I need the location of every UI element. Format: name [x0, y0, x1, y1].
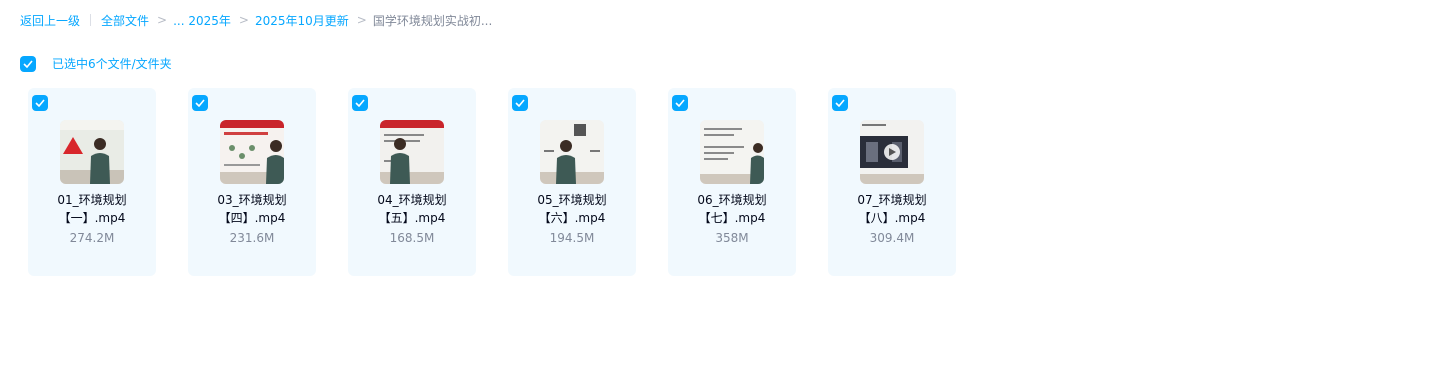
- check-icon: [355, 99, 365, 107]
- video-thumbnail: [540, 120, 604, 184]
- file-checkbox[interactable]: [512, 95, 528, 111]
- file-name[interactable]: 03_环境规划 【四】.mp4: [188, 191, 316, 227]
- file-name[interactable]: 04_环境规划 【五】.mp4: [348, 191, 476, 227]
- video-thumbnail: [860, 120, 924, 184]
- file-size: 168.5M: [389, 231, 435, 245]
- video-thumbnail: [380, 120, 444, 184]
- check-icon: [515, 99, 525, 107]
- file-name[interactable]: 07_环境规划 【八】.mp4: [828, 191, 956, 227]
- file-card[interactable]: 01_环境规划 【一】.mp4 274.2M: [28, 88, 156, 276]
- chevron-right-icon: >: [356, 13, 367, 27]
- file-name[interactable]: 01_环境规划 【一】.mp4: [28, 191, 156, 227]
- file-name-line1: 07_环境规划: [857, 193, 927, 207]
- back-link[interactable]: 返回上一级: [20, 12, 80, 29]
- breadcrumb-oct-update[interactable]: 2025年10月更新: [255, 12, 349, 29]
- file-name-line2: 【一】.mp4: [58, 211, 126, 225]
- video-thumbnail: [60, 120, 124, 184]
- file-card[interactable]: 06_环境规划 【七】.mp4 358M: [668, 88, 796, 276]
- file-name[interactable]: 05_环境规划 【六】.mp4: [508, 191, 636, 227]
- file-name-line2: 【四】.mp4: [218, 211, 286, 225]
- selection-count-text: 已选中6个文件/文件夹: [52, 57, 172, 71]
- chevron-right-icon: >: [157, 13, 168, 27]
- check-icon: [195, 99, 205, 107]
- file-name-line2: 【七】.mp4: [698, 211, 766, 225]
- file-checkbox[interactable]: [32, 95, 48, 111]
- file-name-line1: 06_环境规划: [697, 193, 767, 207]
- file-card[interactable]: 04_环境规划 【五】.mp4 168.5M: [348, 88, 476, 276]
- file-name-line1: 04_环境规划: [377, 193, 447, 207]
- selection-bar: 已选中6个文件/文件夹: [20, 55, 172, 72]
- video-thumbnail: [700, 120, 764, 184]
- video-thumbnail: [220, 120, 284, 184]
- check-icon: [23, 59, 33, 68]
- file-name-line1: 01_环境规划: [57, 193, 127, 207]
- check-icon: [35, 99, 45, 107]
- breadcrumb: 返回上一级 全部文件 > ... 2025年 > 2025年10月更新 > 国学…: [20, 10, 492, 30]
- file-checkbox[interactable]: [832, 95, 848, 111]
- file-checkbox[interactable]: [672, 95, 688, 111]
- file-name-line2: 【六】.mp4: [538, 211, 606, 225]
- file-size: 194.5M: [549, 231, 595, 245]
- file-card[interactable]: 05_环境规划 【六】.mp4 194.5M: [508, 88, 636, 276]
- file-card[interactable]: 07_环境规划 【八】.mp4 309.4M: [828, 88, 956, 276]
- file-name-line2: 【五】.mp4: [378, 211, 446, 225]
- chevron-right-icon: >: [238, 13, 249, 27]
- file-name[interactable]: 06_环境规划 【七】.mp4: [668, 191, 796, 227]
- file-size: 358M: [715, 231, 749, 245]
- check-icon: [675, 99, 685, 107]
- file-checkbox[interactable]: [192, 95, 208, 111]
- file-size: 231.6M: [229, 231, 275, 245]
- breadcrumb-divider: [90, 14, 92, 26]
- check-icon: [835, 99, 845, 107]
- file-size: 309.4M: [869, 231, 915, 245]
- file-name-line2: 【八】.mp4: [858, 211, 926, 225]
- select-all-checkbox[interactable]: [20, 55, 36, 72]
- breadcrumb-all-files[interactable]: 全部文件: [101, 12, 149, 29]
- breadcrumb-current: 国学环境规划实战初...: [372, 13, 493, 28]
- file-checkbox[interactable]: [352, 95, 368, 111]
- file-card[interactable]: 03_环境规划 【四】.mp4 231.6M: [188, 88, 316, 276]
- file-name-line1: 05_环境规划: [537, 193, 607, 207]
- breadcrumb-2025[interactable]: ... 2025年: [173, 12, 231, 29]
- file-name-line1: 03_环境规划: [217, 193, 287, 207]
- file-size: 274.2M: [69, 231, 115, 245]
